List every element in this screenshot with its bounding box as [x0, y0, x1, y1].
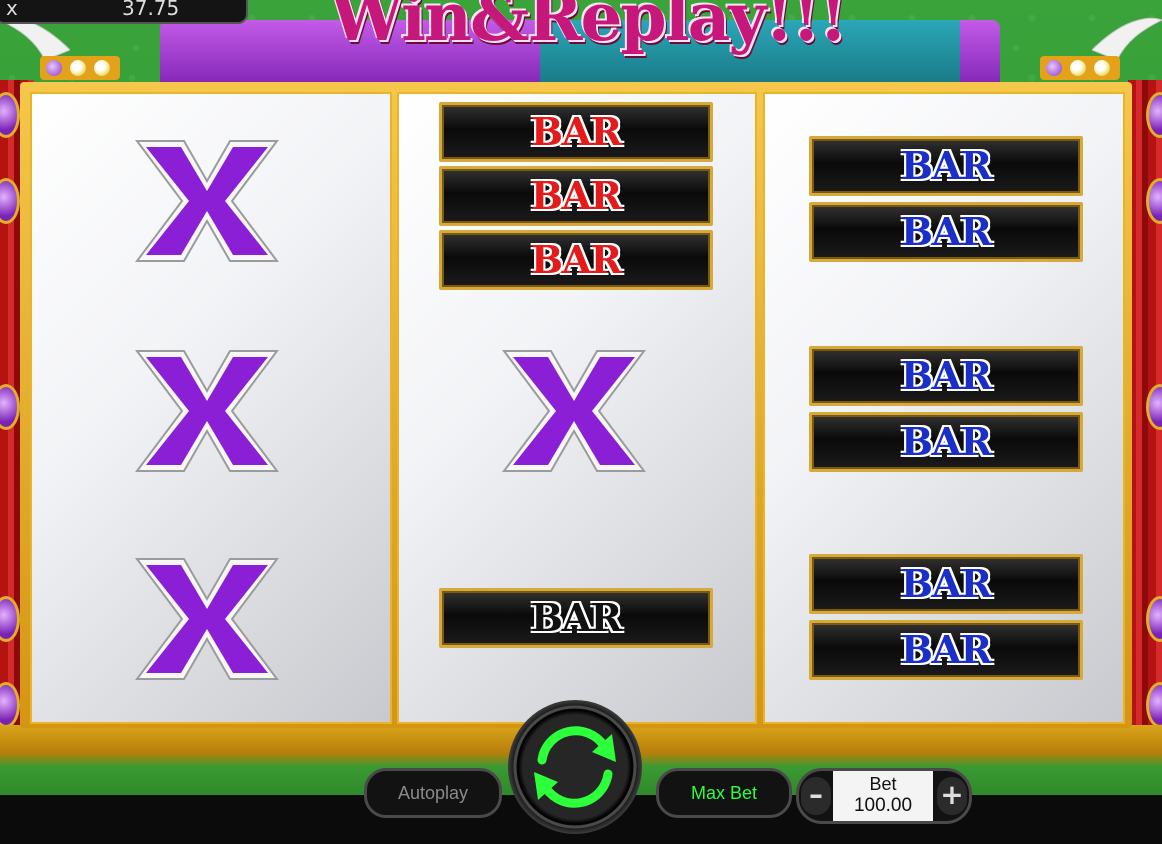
lamp-row-right [1040, 56, 1120, 80]
blue-bar-symbol: BAR [809, 202, 1083, 262]
reel-1 [30, 92, 392, 724]
red-bar-symbol: BAR [439, 166, 713, 226]
bet-increase-button[interactable]: + [937, 777, 967, 815]
reel-3: BAR BAR BAR BAR BAR BAR [763, 92, 1125, 724]
balance-display: x 37.75 [0, 0, 248, 24]
red-bar-symbol: BAR [439, 230, 713, 290]
bet-decrease-button[interactable]: – [801, 777, 831, 815]
blue-bar-symbol: BAR [809, 554, 1083, 614]
x-symbol-icon [135, 558, 279, 680]
reel-2: BAR BAR BAR BAR [397, 92, 757, 724]
game-logo: Win&Replay!!! [330, 0, 848, 56]
bet-display: Bet 100.00 [833, 771, 933, 821]
balance-value: 37.75 [122, 0, 180, 20]
blue-bar-symbol: BAR [809, 412, 1083, 472]
lamp-row-left [40, 56, 120, 80]
x-symbol-icon [135, 350, 279, 472]
black-bar-symbol: BAR [439, 588, 713, 648]
blue-bar-symbol: BAR [809, 136, 1083, 196]
red-bar-symbol: BAR [439, 102, 713, 162]
x-symbol-icon [135, 140, 279, 262]
spin-button[interactable] [508, 700, 642, 834]
max-bet-button[interactable]: Max Bet [656, 768, 792, 818]
autoplay-button[interactable]: Autoplay [364, 768, 502, 818]
bet-control: – Bet 100.00 + [796, 768, 972, 824]
x-symbol-icon [502, 350, 646, 472]
bet-label: Bet [869, 774, 897, 794]
blue-bar-symbol: BAR [809, 620, 1083, 680]
bet-value: 100.00 [853, 795, 913, 816]
spin-arrows-icon [513, 705, 637, 829]
balance-label: x [6, 0, 18, 20]
blue-bar-symbol: BAR [809, 346, 1083, 406]
